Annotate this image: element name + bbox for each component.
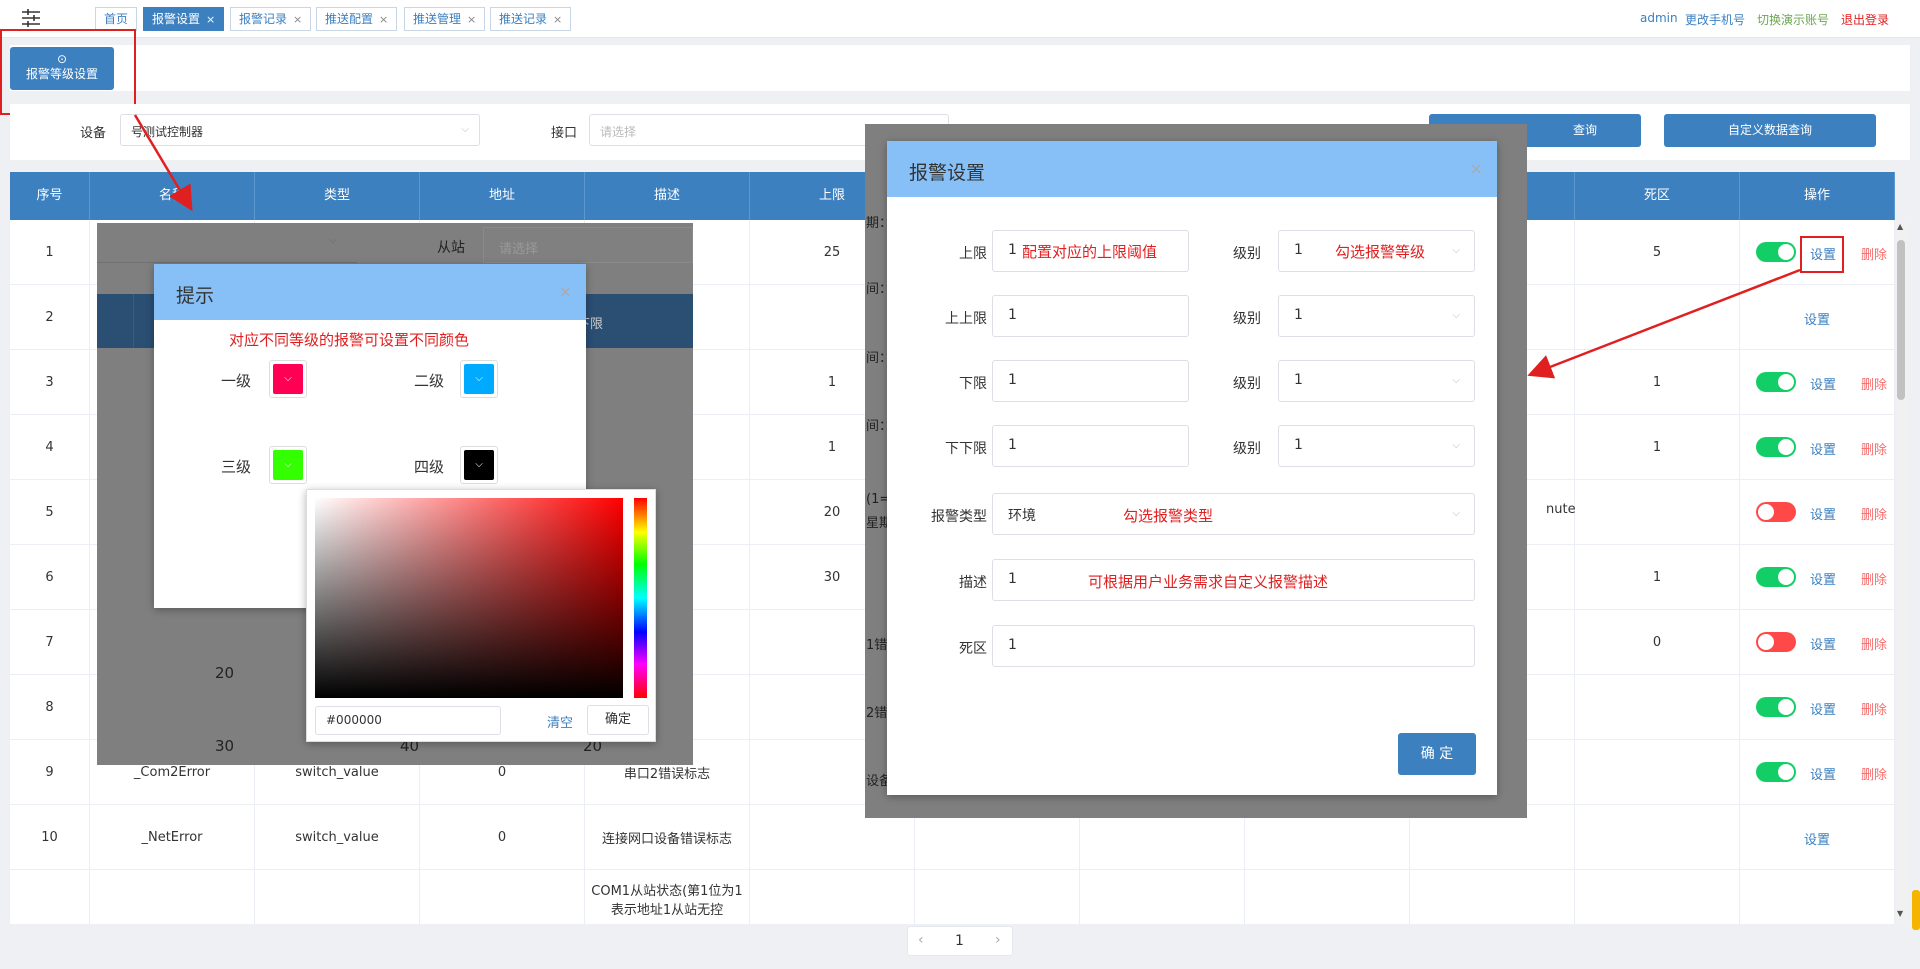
annotation-arrows: [133, 114, 1801, 379]
